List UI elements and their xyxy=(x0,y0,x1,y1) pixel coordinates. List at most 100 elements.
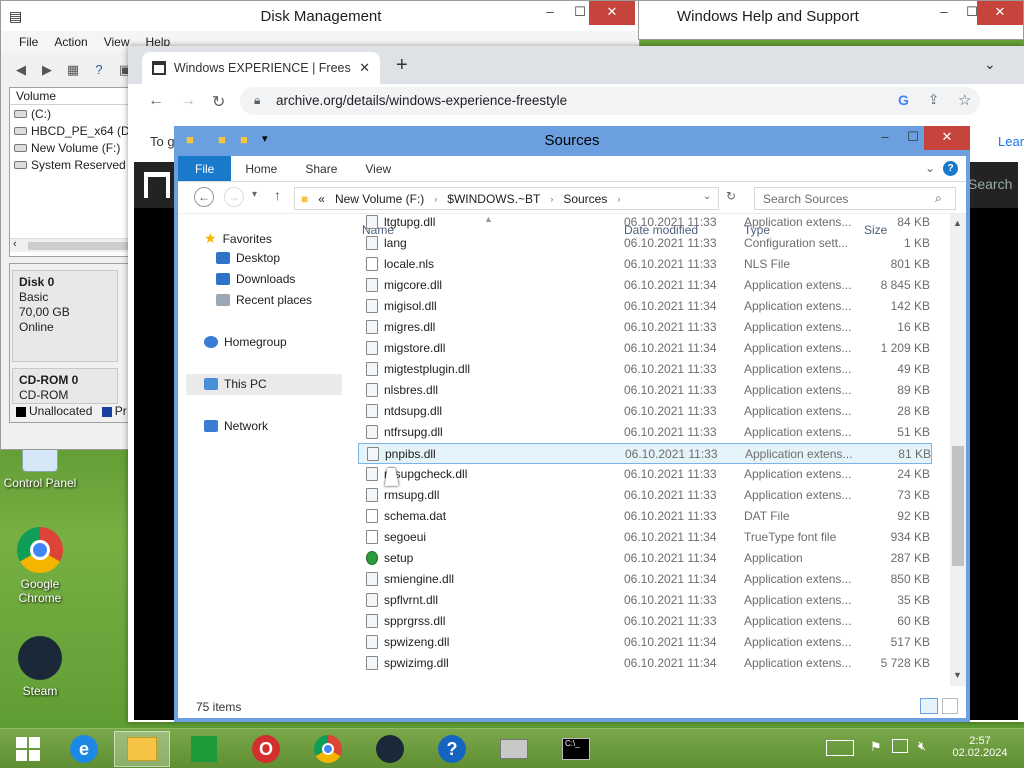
address-bar[interactable]: 🔒︎ archive.org/details/windows-experienc… xyxy=(240,87,980,115)
ribbon-tab-view[interactable]: View xyxy=(351,156,405,181)
taskbar-store[interactable] xyxy=(176,731,232,767)
bookmark-star-icon[interactable]: ☆ xyxy=(958,91,971,109)
disk-0-info[interactable]: Disk 0 Basic 70,00 GB Online xyxy=(12,270,118,362)
help-icon[interactable]: ? xyxy=(943,161,958,176)
nav-this-pc[interactable]: This PC xyxy=(204,377,267,391)
forward-arrow-icon[interactable]: → xyxy=(224,187,244,207)
file-row[interactable]: smiengine.dll 06.10.2021 11:34 Application… xyxy=(358,569,932,590)
forward-arrow-icon[interactable]: → xyxy=(180,92,196,110)
nav-desktop[interactable]: Desktop xyxy=(216,251,280,265)
ribbon-expand-icon[interactable]: ⌄ xyxy=(925,156,943,181)
scroll-up-icon[interactable]: ▲ xyxy=(953,218,962,228)
reload-icon[interactable]: ↻ xyxy=(212,92,225,112)
nav-homegroup[interactable]: Homegroup xyxy=(204,335,287,349)
breadcrumb-sources[interactable]: Sources xyxy=(563,192,607,206)
file-row[interactable]: migisol.dll 06.10.2021 11:34 Application e… xyxy=(358,296,932,317)
volume-muted-icon[interactable]: 🔇︎ xyxy=(918,738,926,754)
nav-network[interactable]: Network xyxy=(204,419,268,433)
volume-row[interactable]: New Volume (F:) xyxy=(10,139,128,156)
help-minimize-button[interactable]: – xyxy=(929,1,959,25)
file-row[interactable]: nlsbres.dll 06.10.2021 11:33 Application e… xyxy=(358,380,932,401)
taskbar-steam[interactable] xyxy=(362,731,418,767)
dm-menu-file[interactable]: File xyxy=(19,35,38,53)
address-dropdown-icon[interactable]: ⌄ xyxy=(703,191,711,202)
forward-arrow-icon[interactable]: ▶ xyxy=(37,60,57,80)
dm-menu-view[interactable]: View xyxy=(104,35,130,53)
file-row[interactable]: migtestplugin.dll 06.10.2021 11:33 Applica… xyxy=(358,359,932,380)
dm-menu-action[interactable]: Action xyxy=(54,35,87,53)
search-sources-input[interactable]: Search Sources ⌕ xyxy=(754,187,956,210)
details-view-icon[interactable] xyxy=(920,698,938,714)
file-row[interactable]: schema.dat 06.10.2021 11:33 DAT File 92 KB xyxy=(358,506,932,527)
google-lens-icon[interactable]: G xyxy=(898,92,909,108)
taskbar-opera[interactable]: O xyxy=(238,731,294,767)
help-close-button[interactable]: ✕ xyxy=(977,1,1023,25)
browser-tab[interactable]: Windows EXPERIENCE | Freestyle ✕ xyxy=(142,52,380,84)
breadcrumb-sep-icon[interactable]: › xyxy=(434,194,437,204)
taskbar-command-prompt[interactable]: C:\_ xyxy=(548,731,604,767)
file-row[interactable]: migcore.dll 06.10.2021 11:34 Application e… xyxy=(358,275,932,296)
desktop-icon-steam[interactable]: Steam xyxy=(0,636,80,698)
desktop-icon-control-panel[interactable]: Control Panel xyxy=(0,444,80,490)
cdrom-0-info[interactable]: CD-ROM 0 CD-ROM xyxy=(12,368,118,404)
up-arrow-icon[interactable]: ↑ xyxy=(274,187,281,203)
file-row[interactable]: rdsupgcheck.dll 06.10.2021 11:33 Applicati… xyxy=(358,464,932,485)
file-row[interactable]: spprgrss.dll 06.10.2021 11:33 Application … xyxy=(358,611,932,632)
file-row[interactable]: ntfrsupg.dll 06.10.2021 11:33 Application … xyxy=(358,422,932,443)
recent-locations-chevron-icon[interactable]: ▾ xyxy=(252,189,257,200)
taskbar-disk-management[interactable] xyxy=(486,731,542,767)
dm-close-button[interactable]: ✕ xyxy=(589,1,635,25)
file-row[interactable]: locale.nls 06.10.2021 11:33 NLS File 801 KB xyxy=(358,254,932,275)
back-arrow-icon[interactable]: ← xyxy=(194,187,214,207)
desktop-icon-chrome[interactable]: Google Chrome xyxy=(0,527,80,605)
list-view-icon[interactable]: ▦ xyxy=(63,60,83,80)
file-row[interactable]: setup 06.10.2021 11:34 Application 287 KB xyxy=(358,548,932,569)
volume-row[interactable]: System Reserved (... xyxy=(10,156,128,173)
flag-icon[interactable]: ⚑ xyxy=(870,739,882,755)
file-row[interactable]: spwizimg.dll 06.10.2021 11:34 Application … xyxy=(358,653,932,674)
learn-more-link[interactable]: Lear xyxy=(998,134,1024,149)
volume-hscroll-thumb[interactable] xyxy=(28,242,128,250)
taskbar-file-explorer[interactable] xyxy=(114,731,170,767)
back-arrow-icon[interactable]: ← xyxy=(148,92,164,110)
breadcrumb[interactable]: ■ « New Volume (F:) › $WINDOWS.~BT › Sou… xyxy=(294,187,719,210)
ribbon-tab-share[interactable]: Share xyxy=(291,156,351,181)
file-row[interactable]: lang 06.10.2021 11:33 Configuration sett..… xyxy=(358,233,932,254)
file-row[interactable]: migstore.dll 06.10.2021 11:34 Application … xyxy=(358,338,932,359)
breadcrumb-sep-icon[interactable]: › xyxy=(617,194,620,204)
taskbar-chrome[interactable] xyxy=(300,731,356,767)
file-row[interactable]: ltgtupg.dll 06.10.2021 11:33 Application e… xyxy=(358,214,932,233)
volume-hscrollbar[interactable]: ‹ xyxy=(10,238,128,252)
nav-favorites[interactable]: ★ Favorites xyxy=(204,230,272,247)
breadcrumb-new-volume[interactable]: New Volume (F:) xyxy=(335,192,424,206)
explorer-close-button[interactable]: ✕ xyxy=(924,126,970,150)
refresh-icon[interactable]: ↻ xyxy=(726,189,736,203)
taskbar-ie[interactable]: e xyxy=(56,731,112,767)
scroll-down-icon[interactable]: ▼ xyxy=(953,670,962,680)
file-row[interactable]: segoeui 06.10.2021 11:34 TrueType font fil… xyxy=(358,527,932,548)
network-icon[interactable] xyxy=(892,739,908,753)
volume-row[interactable]: (C:) xyxy=(10,105,128,122)
scroll-left-icon[interactable]: ‹ xyxy=(13,238,17,250)
dm-minimize-button[interactable]: – xyxy=(535,1,565,25)
tab-search-chevron-icon[interactable]: ⌄ xyxy=(984,56,996,73)
volume-row[interactable]: HBCD_PE_x64 (D:) xyxy=(10,122,128,139)
breadcrumb-windows-bt[interactable]: $WINDOWS.~BT xyxy=(447,192,540,206)
taskbar-help[interactable]: ? xyxy=(424,731,480,767)
file-row[interactable]: pnpibs.dll 06.10.2021 11:33 Application ex… xyxy=(358,443,932,464)
share-icon[interactable]: ⇪ xyxy=(928,92,939,108)
file-row[interactable]: ntdsupg.dll 06.10.2021 11:33 Application e… xyxy=(358,401,932,422)
explorer-minimize-button[interactable]: – xyxy=(870,126,900,150)
help-icon[interactable]: ? xyxy=(89,60,109,80)
archive-search-input[interactable]: Search xyxy=(968,176,1012,192)
back-arrow-icon[interactable]: ◀ xyxy=(11,60,31,80)
keyboard-icon[interactable] xyxy=(826,740,854,756)
breadcrumb-sep-icon[interactable]: › xyxy=(550,194,553,204)
ribbon-tab-home[interactable]: Home xyxy=(231,156,291,181)
breadcrumb-overflow[interactable]: « xyxy=(318,192,325,206)
volume-column-header[interactable]: Volume xyxy=(10,88,128,105)
large-icons-view-icon[interactable] xyxy=(942,698,958,714)
archive-logo-icon[interactable] xyxy=(144,172,170,198)
vscroll-thumb[interactable] xyxy=(952,446,964,566)
nav-recent-places[interactable]: Recent places xyxy=(216,293,312,307)
